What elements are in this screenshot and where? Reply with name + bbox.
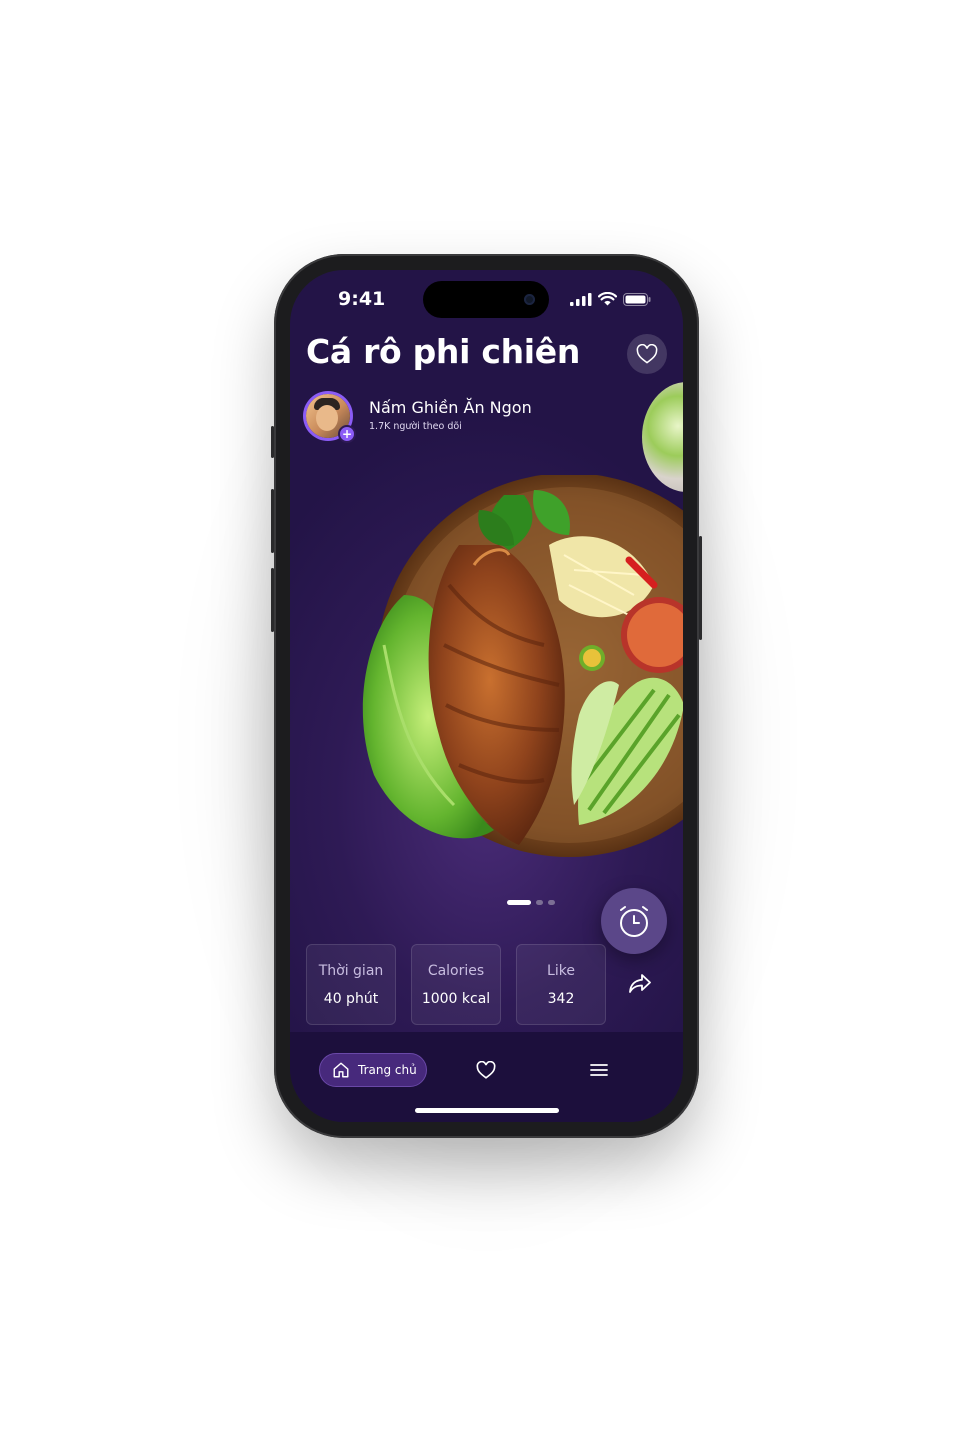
recipe-title: Cá rô phi chiên [306, 332, 581, 371]
stat-time-label: Thời gian [318, 963, 384, 979]
status-time: 9:41 [338, 288, 386, 310]
home-icon [333, 1062, 349, 1078]
stat-calories-label: Calories [427, 963, 485, 979]
share-icon [629, 974, 651, 993]
status-icons [570, 292, 651, 306]
nav-menu-tab[interactable] [590, 1062, 608, 1082]
dynamic-island [423, 281, 549, 318]
timer-icon [620, 906, 648, 937]
volume-down-button [271, 568, 274, 632]
home-indicator[interactable] [415, 1108, 559, 1113]
menu-icon [590, 1064, 608, 1076]
nav-home-tab[interactable]: Trang chủ [319, 1053, 427, 1087]
carousel-dot-3[interactable] [548, 900, 555, 905]
action-button [271, 426, 274, 458]
favorite-button[interactable] [627, 334, 667, 374]
author-name[interactable]: Nấm Ghiền Ăn Ngon [369, 398, 532, 417]
stat-likes-value: 342 [547, 991, 575, 1007]
stat-calories: Calories 1000 kcal [411, 944, 501, 1025]
camera-icon [524, 294, 535, 305]
author-avatar[interactable]: + [306, 394, 356, 443]
follower-count: 1.7K người theo dõi [369, 421, 462, 432]
carousel-indicator[interactable] [507, 900, 555, 905]
dish-image [362, 475, 683, 857]
carousel-dot-1[interactable] [507, 900, 531, 905]
volume-up-button [271, 489, 274, 553]
share-button[interactable] [628, 973, 652, 999]
nav-favorites-tab[interactable] [476, 1060, 496, 1083]
stat-time: Thời gian 40 phút [306, 944, 396, 1025]
stat-time-value: 40 phút [323, 991, 379, 1007]
side-button [699, 536, 702, 640]
battery-icon [623, 292, 651, 306]
app-screen: 9:41 Cá rô phi chiên + Nấm Ghiền Ăn Ngon… [290, 270, 683, 1122]
carousel-dot-2[interactable] [536, 900, 543, 905]
heart-icon [636, 344, 658, 364]
avatar-face [316, 405, 338, 431]
stat-likes-label: Like [547, 963, 575, 979]
stat-calories-value: 1000 kcal [421, 991, 491, 1007]
heart-icon [476, 1060, 496, 1079]
wifi-icon [598, 292, 617, 306]
follow-plus-icon[interactable]: + [338, 425, 356, 443]
signal-icon [570, 292, 592, 306]
timer-button[interactable] [601, 888, 667, 954]
stat-likes: Like 342 [516, 944, 606, 1025]
nav-home-label: Trang chủ [358, 1063, 417, 1077]
